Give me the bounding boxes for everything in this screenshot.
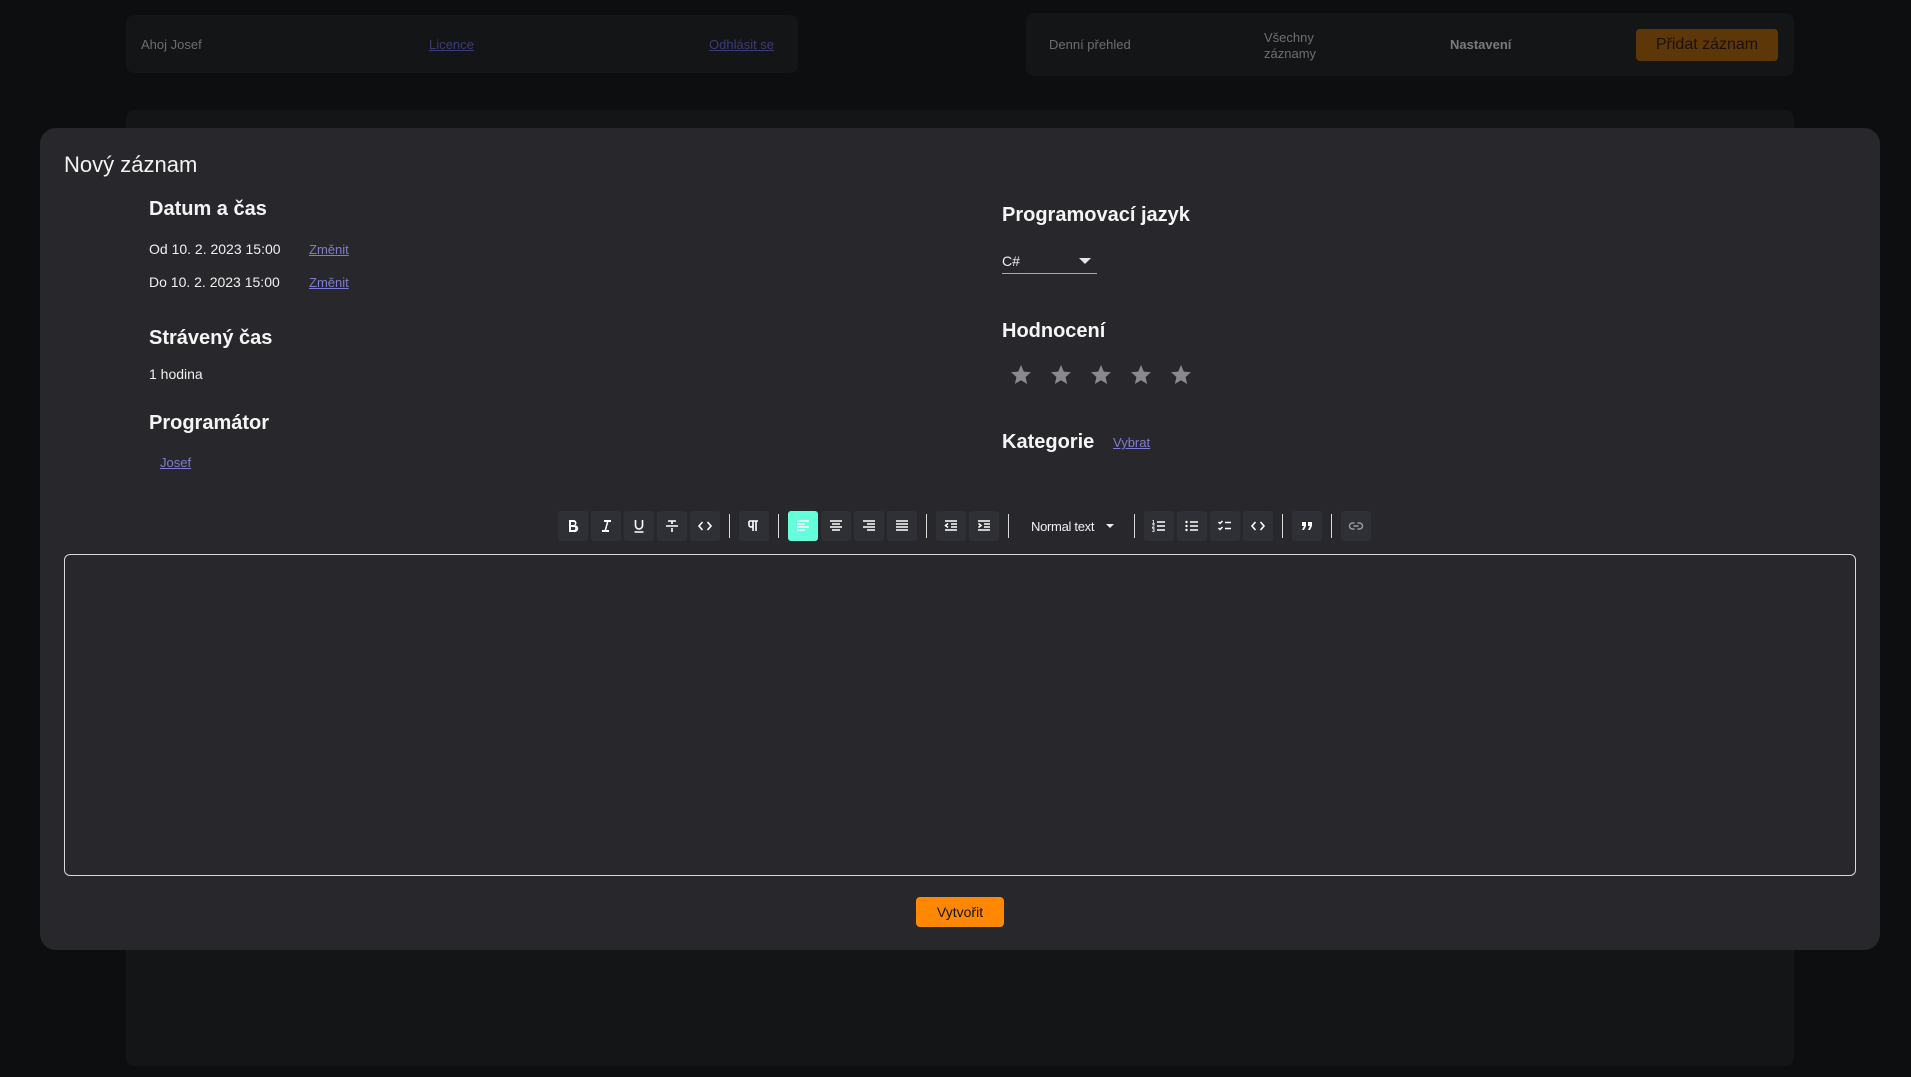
bold-icon[interactable]	[558, 511, 588, 541]
align-justify-icon[interactable]	[887, 511, 917, 541]
rich-text-editor[interactable]	[64, 554, 1856, 876]
nav-all-records[interactable]: Všechny záznamy	[1264, 30, 1316, 62]
paragraph-icon[interactable]	[739, 511, 769, 541]
star-icon[interactable]	[1046, 360, 1076, 390]
bullet-list-icon[interactable]	[1177, 511, 1207, 541]
underline-icon[interactable]	[624, 511, 654, 541]
background-main-nav: Denní přehled Všechny záznamy Nastavení …	[1026, 13, 1794, 76]
category-heading: Kategorie	[1002, 431, 1095, 453]
toolbar-divider	[1331, 514, 1332, 538]
toolbar-divider	[926, 514, 927, 538]
datetime-to: Do 10. 2. 2023 15:00	[149, 274, 280, 290]
language-select[interactable]: C#	[1002, 249, 1097, 274]
rating-stars	[1006, 360, 1196, 390]
indent-icon[interactable]	[969, 511, 999, 541]
toolbar-divider	[729, 514, 730, 538]
datetime-from: Od 10. 2. 2023 15:00	[149, 241, 281, 257]
chevron-down-icon	[1106, 524, 1114, 528]
language-selected-value: C#	[1002, 253, 1020, 269]
svg-text:3: 3	[1152, 528, 1155, 534]
nav-all-records-line2: záznamy	[1264, 46, 1317, 61]
dialog-title: Nový záznam	[64, 152, 198, 177]
logout-link[interactable]: Odhlásit se	[709, 37, 774, 52]
italic-icon[interactable]	[591, 511, 621, 541]
align-right-icon[interactable]	[854, 511, 884, 541]
code-icon[interactable]	[690, 511, 720, 541]
editor-toolbar: Normal text 123	[558, 510, 1374, 542]
checklist-icon[interactable]	[1210, 511, 1240, 541]
create-button[interactable]: Vytvořit	[916, 897, 1004, 927]
greeting-text: Ahoj Josef	[141, 37, 202, 52]
toolbar-divider	[1008, 514, 1009, 538]
background-user-bar: Ahoj Josef Licence Odhlásit se	[126, 15, 798, 73]
star-icon[interactable]	[1086, 360, 1116, 390]
choose-category-link[interactable]: Vybrat	[1113, 435, 1150, 450]
toolbar-divider	[1134, 514, 1135, 538]
code-block-icon[interactable]	[1243, 511, 1273, 541]
change-to-link[interactable]: Změnit	[309, 275, 349, 290]
programmer-heading: Programátor	[149, 412, 270, 434]
datetime-heading: Datum a čas	[149, 198, 267, 220]
star-icon[interactable]	[1006, 360, 1036, 390]
outdent-icon[interactable]	[936, 511, 966, 541]
quote-icon[interactable]	[1292, 511, 1322, 541]
chevron-down-icon	[1079, 258, 1091, 264]
add-record-button[interactable]: Přidat záznam	[1636, 29, 1778, 61]
block-type-value: Normal text	[1031, 518, 1095, 534]
programmer-link[interactable]: Josef	[160, 455, 191, 470]
nav-settings[interactable]: Nastavení	[1450, 37, 1511, 52]
license-link[interactable]: Licence	[429, 37, 474, 52]
nav-daily-overview[interactable]: Denní přehled	[1049, 37, 1131, 52]
change-from-link[interactable]: Změnit	[309, 242, 349, 257]
nav-all-records-line1: Všechny	[1264, 30, 1314, 45]
time-spent-value: 1 hodina	[149, 366, 203, 382]
align-center-icon[interactable]	[821, 511, 851, 541]
star-icon[interactable]	[1166, 360, 1196, 390]
block-type-select[interactable]: Normal text	[1018, 511, 1128, 541]
toolbar-divider	[778, 514, 779, 538]
strikethrough-icon[interactable]	[657, 511, 687, 541]
toolbar-divider	[1282, 514, 1283, 538]
link-icon[interactable]	[1341, 511, 1371, 541]
align-left-icon[interactable]	[788, 511, 818, 541]
star-icon[interactable]	[1126, 360, 1156, 390]
time-spent-heading: Strávený čas	[149, 327, 273, 349]
new-record-dialog: Nový záznam Datum a čas Od 10. 2. 2023 1…	[40, 128, 1880, 950]
language-heading: Programovací jazyk	[1002, 204, 1190, 226]
ordered-list-icon[interactable]: 123	[1144, 511, 1174, 541]
rating-heading: Hodnocení	[1002, 320, 1106, 342]
